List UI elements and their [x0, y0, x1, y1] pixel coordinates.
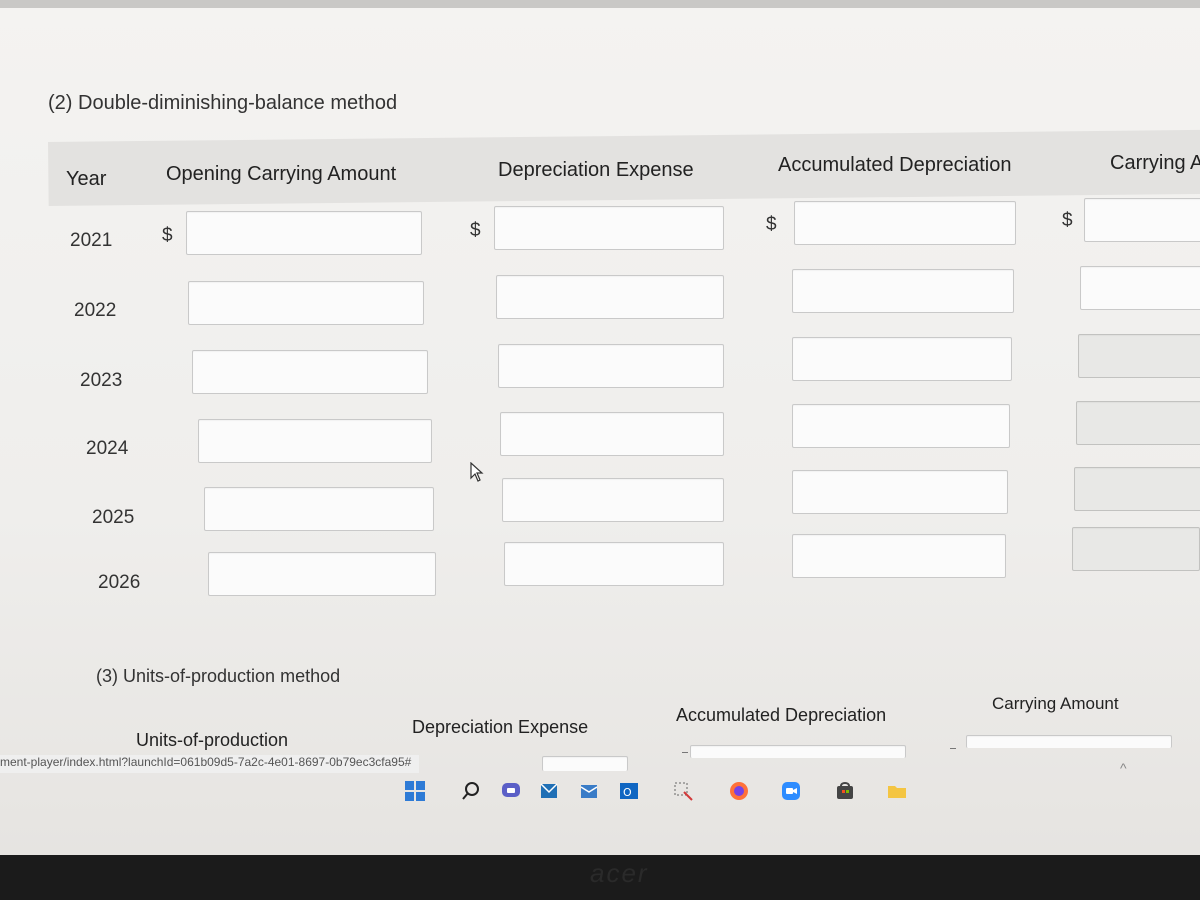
carrying-2021-input[interactable] [1084, 198, 1200, 242]
carrying-2025-input[interactable] [1074, 467, 1200, 511]
depreciation-2021-input[interactable] [494, 206, 724, 250]
row-year-2025: 2025 [92, 507, 135, 528]
row-year-2021: 2021 [70, 230, 113, 251]
mouse-cursor-icon [470, 461, 484, 487]
windows-taskbar [0, 774, 1200, 814]
windows-start-icon[interactable] [404, 780, 426, 802]
carrying-2023-input[interactable] [1078, 334, 1200, 378]
acer-logo: acer [590, 858, 649, 888]
depreciation-2023-input[interactable] [498, 344, 724, 388]
row-year-2022: 2022 [74, 300, 117, 321]
mail-icon[interactable] [538, 780, 560, 802]
outlook-icon[interactable] [578, 780, 600, 802]
opening-amount-2021-input[interactable] [186, 211, 422, 255]
accumulated-2022-input[interactable] [792, 269, 1014, 313]
accumulated-2023-input[interactable] [792, 337, 1012, 381]
row-year-2024: 2024 [86, 438, 129, 459]
header-year: Year [66, 168, 107, 190]
firefox-icon[interactable] [728, 780, 750, 802]
svg-text:O: O [623, 786, 632, 799]
carrying-2024-input[interactable] [1076, 401, 1200, 445]
search-icon[interactable] [460, 780, 482, 802]
divider [950, 748, 956, 749]
depreciation-2022-input[interactable] [496, 275, 724, 319]
store-icon[interactable] [834, 780, 856, 802]
accumulated-2026-input[interactable] [792, 534, 1006, 578]
opening-amount-2023-input[interactable] [192, 350, 428, 394]
opening-amount-2022-input[interactable] [188, 281, 424, 325]
section-title-ddb: (2) Double-diminishing-balance method [48, 92, 398, 114]
opening-amount-2026-input[interactable] [208, 552, 436, 596]
currency-symbol: $ [470, 220, 481, 241]
row-year-2023: 2023 [80, 370, 123, 391]
opening-amount-2024-input[interactable] [198, 419, 432, 463]
depreciation-2026-input[interactable] [504, 542, 724, 586]
section-title-units-of-production: (3) Units-of-production method [96, 666, 341, 686]
depreciation-2025-input[interactable] [502, 478, 724, 522]
header-opening-carrying-amount: Opening Carrying Amount [166, 163, 397, 185]
system-tray-chevron-icon[interactable]: ^ [1120, 760, 1127, 776]
opening-amount-2025-input[interactable] [204, 487, 434, 531]
zoom-icon[interactable] [780, 780, 802, 802]
header-units-of-production: Units-of-production [136, 730, 289, 750]
office-icon[interactable]: O [618, 780, 640, 802]
uop-accumulated-input[interactable] [690, 745, 906, 758]
depreciation-2024-input[interactable] [500, 412, 724, 456]
carrying-2022-input[interactable] [1080, 266, 1200, 310]
uop-carrying-input[interactable] [966, 735, 1172, 748]
currency-symbol: $ [162, 225, 173, 246]
snipping-tool-icon[interactable] [672, 780, 694, 802]
divider [682, 752, 688, 753]
chat-icon[interactable] [500, 780, 522, 802]
uop-depreciation-input[interactable] [542, 756, 628, 771]
top-divider [0, 0, 1200, 8]
header-depreciation-expense-uop: Depreciation Expense [412, 717, 589, 737]
file-explorer-icon[interactable] [886, 780, 908, 802]
header-accumulated-depreciation-uop: Accumulated Depreciation [676, 705, 887, 725]
accumulated-2024-input[interactable] [792, 404, 1010, 448]
header-depreciation-expense: Depreciation Expense [498, 159, 694, 181]
header-carrying-amount-uop: Carrying Amount [992, 694, 1119, 713]
app-screen: (2) Double-diminishing-balance method Ye… [0, 0, 1200, 855]
carrying-2026-input[interactable] [1072, 527, 1200, 571]
accumulated-2025-input[interactable] [792, 470, 1008, 514]
accumulated-2021-input[interactable] [794, 201, 1016, 245]
currency-symbol: $ [1062, 210, 1073, 231]
row-year-2026: 2026 [98, 572, 141, 593]
header-carrying-amount: Carrying A [1110, 152, 1200, 174]
header-accumulated-depreciation: Accumulated Depreciation [778, 154, 1012, 176]
status-bar-url: ment-player/index.html?launchId=061b09d5… [0, 755, 420, 773]
currency-symbol: $ [766, 214, 777, 235]
